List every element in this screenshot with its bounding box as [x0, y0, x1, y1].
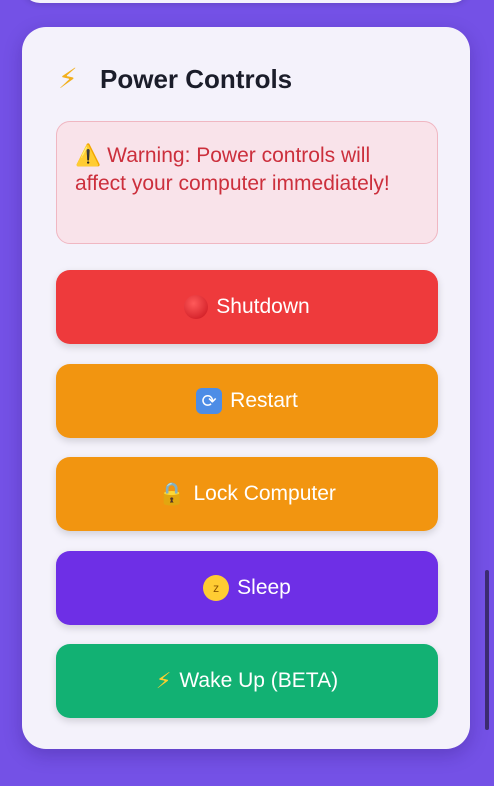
warning-triangle-icon: ⚠️ — [75, 144, 102, 167]
shutdown-label: Shutdown — [216, 295, 310, 318]
restart-arrows-icon: ⟳ — [196, 388, 223, 414]
wake-up-label: Wake Up (BETA) — [179, 669, 339, 692]
power-controls-card: ⚡ Power Controls ⚠️ Warning: Power contro… — [22, 27, 470, 749]
wake-up-button[interactable]: ⚡ Wake Up (BETA) — [56, 644, 438, 718]
lightning-bolt-icon: ⚡ — [58, 63, 78, 94]
sleep-label: Sleep — [237, 576, 291, 599]
sleeping-face-icon: z — [203, 575, 230, 601]
lightning-bolt-icon: ⚡ — [155, 668, 172, 693]
previous-card-edge — [22, 0, 470, 3]
card-title: Power Controls — [100, 64, 293, 94]
shutdown-button[interactable]: Shutdown — [56, 270, 438, 344]
lock-computer-label: Lock Computer — [193, 482, 336, 505]
scrollbar[interactable] — [485, 570, 489, 730]
restart-label: Restart — [230, 389, 298, 412]
sleep-button[interactable]: z Sleep — [56, 551, 438, 625]
warning-banner: ⚠️ Warning: Power controls will affect yo… — [56, 121, 438, 244]
red-circle-icon — [184, 295, 209, 319]
card-header: ⚡ Power Controls — [58, 61, 292, 97]
warning-text: Warning: Power controls will affect your… — [75, 144, 390, 195]
padlock-icon: 🔒 — [158, 481, 186, 506]
lock-computer-button[interactable]: 🔒 Lock Computer — [56, 457, 438, 531]
restart-button[interactable]: ⟳ Restart — [56, 364, 438, 438]
